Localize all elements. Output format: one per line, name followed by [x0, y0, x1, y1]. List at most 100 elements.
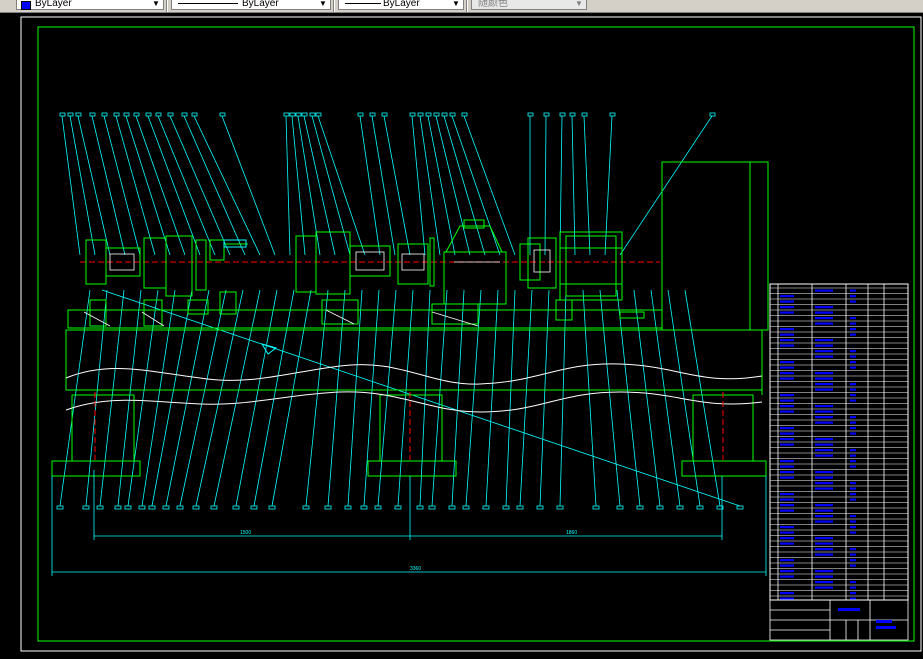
table-cell-mark — [815, 504, 833, 507]
table-cell-mark — [850, 526, 856, 529]
linetype-control-dropdown[interactable]: ByLayer ▼ — [171, 0, 331, 10]
table-cell-mark — [815, 443, 833, 446]
linetype-control-value: ByLayer — [242, 0, 279, 9]
balloon-marker — [581, 112, 588, 117]
title-scale-mark — [876, 620, 892, 623]
table-cell-mark — [815, 383, 833, 386]
table-cell-mark — [815, 509, 833, 512]
balloon-marker — [101, 112, 108, 117]
table-cell-mark — [850, 548, 856, 551]
balloon-marker — [428, 505, 436, 510]
table-cell-mark — [780, 339, 794, 342]
balloon-marker — [360, 505, 368, 510]
table-cell-mark — [780, 311, 794, 314]
plotstyle-control-dropdown[interactable]: 随颜色 ▼ — [471, 0, 587, 10]
balloon-marker — [433, 112, 440, 117]
balloon-marker — [89, 112, 96, 117]
table-cell-mark — [850, 531, 856, 534]
balloon-marker — [295, 112, 302, 117]
table-cell-mark — [780, 333, 794, 336]
chevron-down-icon[interactable]: ▼ — [151, 0, 161, 9]
balloon-marker — [569, 112, 576, 117]
balloon-marker — [441, 112, 448, 117]
table-cell-mark — [850, 515, 856, 518]
leader-line-bottom — [363, 289, 380, 507]
table-cell-mark — [850, 388, 856, 391]
table-cell-mark — [815, 482, 833, 485]
chevron-down-icon[interactable]: ▼ — [451, 0, 461, 9]
leader-line-bottom — [451, 289, 465, 507]
table-cell-mark — [815, 317, 833, 320]
drawing-canvas[interactable]: 1500 1860 3360 — [0, 13, 923, 654]
table-cell-mark — [815, 476, 833, 479]
table-cell-mark — [780, 432, 794, 435]
color-control-value: ByLayer — [35, 0, 72, 9]
table-cell-mark — [850, 322, 856, 325]
table-cell-mark — [780, 377, 794, 380]
leader-line-bottom — [616, 289, 641, 507]
table-cell-mark — [850, 355, 856, 358]
balloon-marker — [232, 505, 240, 510]
leader-line-top — [157, 115, 216, 256]
balloon-marker — [250, 505, 258, 510]
balloon-marker — [145, 112, 152, 117]
table-cell-mark — [780, 344, 794, 347]
table-cell-mark — [780, 570, 794, 573]
table-cell-mark — [780, 575, 794, 578]
leader-line-bottom — [633, 289, 661, 507]
chevron-down-icon[interactable]: ▼ — [318, 0, 328, 9]
table-cell-mark — [850, 361, 856, 364]
balloon-marker — [114, 505, 122, 510]
leader-line-top — [125, 115, 171, 256]
table-cell-mark — [815, 454, 833, 457]
table-cell-mark — [780, 306, 794, 309]
color-control-dropdown[interactable]: ByLayer ▼ — [16, 0, 164, 10]
leader-line-bottom — [59, 289, 91, 507]
table-cell-mark — [815, 311, 833, 314]
table-cell-mark — [780, 493, 794, 496]
table-cell-mark — [850, 465, 856, 468]
table-cell-mark — [850, 564, 856, 567]
table-cell-mark — [815, 515, 833, 518]
dim-left-span: 1500 — [240, 530, 251, 536]
table-cell-mark — [815, 350, 833, 353]
leader-line-bottom — [235, 289, 278, 507]
balloon-marker — [449, 112, 456, 117]
table-cell-mark — [850, 482, 856, 485]
balloon-marker — [502, 505, 510, 510]
balloon-marker — [609, 112, 616, 117]
table-cell-mark — [815, 487, 833, 490]
table-cell-mark — [815, 289, 833, 292]
table-cell-mark — [850, 328, 856, 331]
table-cell-mark — [780, 564, 794, 567]
table-cell-mark — [815, 355, 833, 358]
table-cell-mark — [780, 537, 794, 540]
table-cell-mark — [850, 559, 856, 562]
balloon-marker — [394, 505, 402, 510]
table-cell-mark — [815, 421, 833, 424]
chevron-down-icon[interactable]: ▼ — [574, 0, 584, 9]
table-cell-mark — [850, 581, 856, 584]
leader-line-top — [583, 115, 591, 256]
leader-line-bottom — [253, 289, 295, 507]
leader-line-top — [317, 115, 366, 256]
table-cell-mark — [850, 289, 856, 292]
leader-line-bottom — [213, 289, 261, 507]
table-cell-mark — [780, 476, 794, 479]
balloon-marker — [736, 505, 744, 510]
balloon-marker — [302, 505, 310, 510]
lineweight-control-dropdown[interactable]: ByLayer ▼ — [338, 0, 464, 10]
centerlines — [80, 261, 724, 460]
leader-line-top — [193, 115, 261, 256]
table-cell-mark — [850, 449, 856, 452]
table-cell-mark — [815, 542, 833, 545]
table-cell-mark — [780, 295, 794, 298]
balloon-marker — [482, 505, 490, 510]
table-cell-mark — [815, 339, 833, 342]
table-cell-mark — [815, 372, 833, 375]
balloon-marker — [344, 505, 352, 510]
balloon-marker — [301, 112, 308, 117]
table-cell-mark — [850, 416, 856, 419]
table-cell-mark — [780, 509, 794, 512]
leader-line-bottom — [684, 289, 721, 507]
